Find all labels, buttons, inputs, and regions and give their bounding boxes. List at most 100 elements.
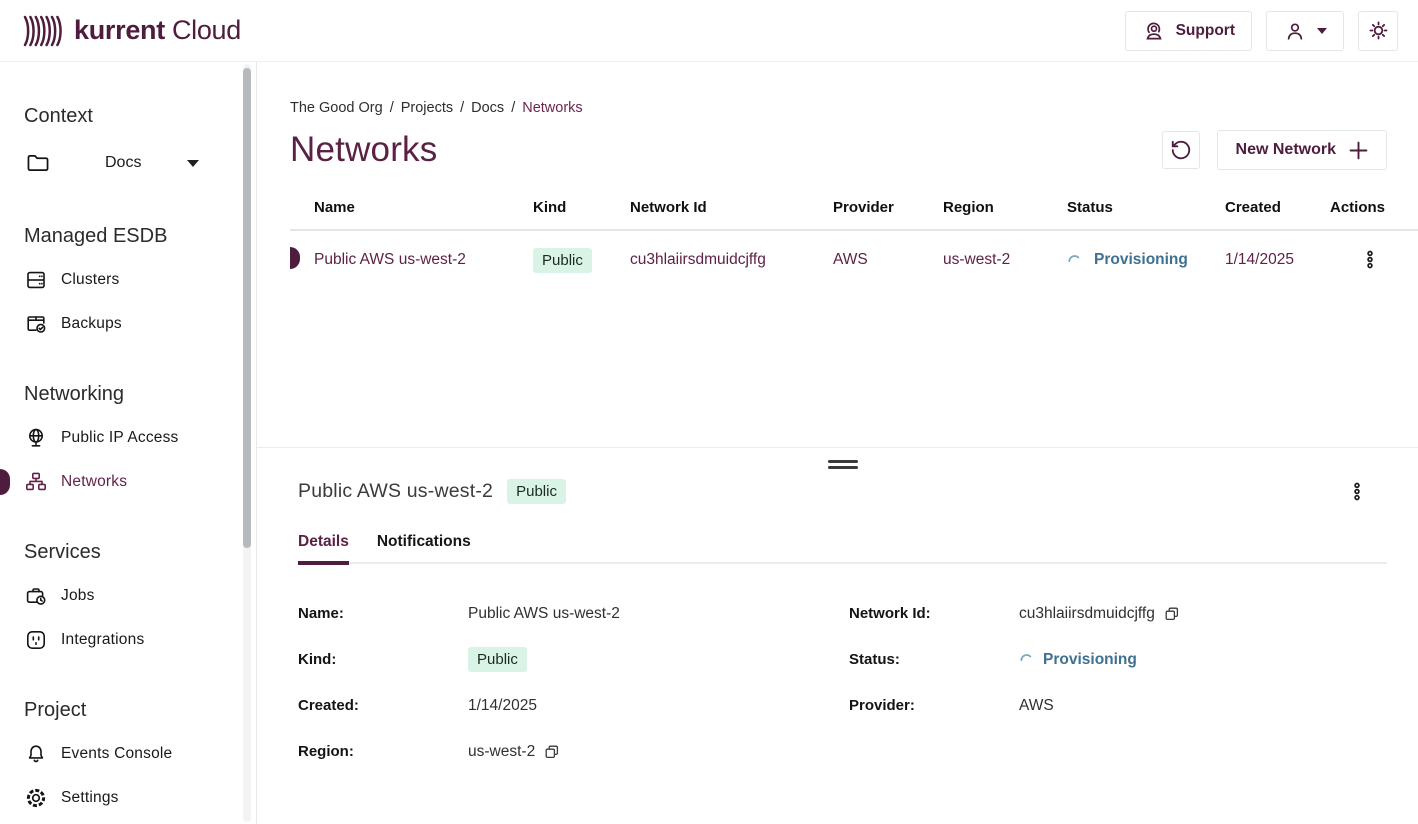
status-text: Provisioning (1094, 251, 1188, 269)
detail-value-created: 1/14/2025 (468, 697, 849, 715)
selected-row-indicator (290, 247, 300, 269)
breadcrumb: The Good Org / Projects / Docs / Networks (290, 100, 1418, 116)
tab-notifications[interactable]: Notifications (377, 533, 471, 562)
breadcrumb-projects[interactable]: Projects (401, 100, 453, 116)
gear-icon (24, 786, 48, 810)
sidebar-item-jobs[interactable]: Jobs (0, 574, 256, 618)
new-network-label: New Network (1236, 141, 1336, 159)
section-heading-context: Context (24, 104, 256, 128)
tab-details[interactable]: Details (298, 533, 349, 562)
main-content: The Good Org / Projects / Docs / Networks Netw… (257, 62, 1418, 824)
cell-status: Provisioning (1067, 251, 1225, 269)
details-grid: Name: Public AWS us-west-2 Network Id: c… (298, 591, 1387, 775)
detail-value-network-id: cu3hlaiirsdmuidcjffg (1019, 605, 1387, 623)
col-header-region: Region (943, 199, 1067, 216)
sidebar-item-settings[interactable]: Settings (0, 776, 256, 820)
sidebar-item-public-ip-access[interactable]: Public IP Access (0, 416, 256, 460)
spinner-icon (1067, 253, 1082, 268)
context-selector-value: Docs (105, 154, 141, 172)
detail-label-provider: Provider: (849, 697, 1019, 714)
cell-name: Public AWS us-west-2 (314, 251, 533, 269)
spinner-icon (1019, 652, 1034, 667)
detail-label-created: Created: (298, 697, 468, 714)
bell-icon (24, 742, 48, 766)
sidebar-scrollbar-thumb[interactable] (243, 68, 251, 548)
col-header-network-id: Network Id (630, 199, 833, 216)
detail-label-region: Region: (298, 743, 468, 760)
sidebar-item-backups[interactable]: Backups (0, 302, 256, 346)
refresh-button[interactable] (1162, 131, 1200, 169)
support-icon (1142, 19, 1166, 43)
detail-label-kind: Kind: (298, 651, 468, 668)
cell-network-id: cu3hlaiirsdmuidcjffg (630, 251, 833, 269)
detail-value-provider: AWS (1019, 697, 1387, 715)
panel-actions-menu-button[interactable] (1343, 478, 1371, 506)
refresh-icon (1170, 139, 1192, 161)
support-label: Support (1176, 22, 1235, 40)
cell-created: 1/14/2025 (1225, 251, 1330, 269)
sidebar-item-label: Integrations (61, 631, 144, 649)
section-heading-managed-esdb: Managed ESDB (24, 224, 256, 248)
detail-label-network-id: Network Id: (849, 605, 1019, 622)
header-actions: Support (1125, 11, 1398, 51)
sidebar-item-networks[interactable]: Networks (0, 460, 256, 504)
logo-primary: kurrent (74, 15, 165, 45)
col-header-actions: Actions (1330, 199, 1418, 216)
cell-region: us-west-2 (943, 251, 1067, 269)
sidebar-scrollbar-track (243, 64, 251, 822)
breadcrumb-separator: / (460, 100, 464, 116)
col-header-created: Created (1225, 199, 1330, 216)
plus-icon (1349, 141, 1368, 160)
copy-network-id-button[interactable] (1164, 606, 1180, 622)
panel-tabs: Details Notifications (298, 533, 1387, 564)
logo-text: kurrentCloud (74, 15, 241, 46)
section-heading-networking: Networking (24, 382, 256, 406)
detail-value-region: us-west-2 (468, 743, 849, 761)
new-network-button[interactable]: New Network (1217, 130, 1387, 170)
detail-value-kind: Public (468, 647, 849, 672)
table-header-row: Name Kind Network Id Provider Region Sta… (290, 199, 1418, 229)
detail-status-text: Provisioning (1043, 651, 1137, 669)
breadcrumb-project-docs[interactable]: Docs (471, 100, 504, 116)
theme-toggle-button[interactable] (1358, 11, 1398, 51)
panel-title-row: Public AWS us-west-2 Public (298, 478, 1387, 506)
sidebar-item-label: Jobs (61, 587, 95, 605)
user-icon (1283, 19, 1307, 43)
sidebar-item-label: Clusters (61, 271, 119, 289)
breadcrumb-current[interactable]: Networks (522, 100, 582, 116)
sidebar-item-integrations[interactable]: Integrations (0, 618, 256, 662)
kurrent-cloud-logo[interactable]: kurrentCloud (22, 15, 241, 47)
breadcrumb-org[interactable]: The Good Org (290, 100, 383, 116)
copy-region-button[interactable] (544, 744, 560, 760)
detail-label-status: Status: (849, 651, 1019, 668)
drag-bar (828, 466, 858, 469)
detail-label-name: Name: (298, 605, 468, 622)
active-item-indicator (0, 469, 10, 495)
drag-bar (828, 460, 858, 463)
network-details-panel: Public AWS us-west-2 Public Details Noti… (257, 460, 1418, 775)
panel-resize-handle[interactable] (828, 460, 858, 469)
project-context-selector[interactable]: Docs (0, 138, 256, 188)
network-id-text: cu3hlaiirsdmuidcjffg (1019, 605, 1155, 623)
section-heading-project: Project (24, 698, 256, 722)
clusters-icon (24, 268, 48, 292)
section-heading-services: Services (24, 540, 256, 564)
sidebar: Context Docs Managed ESDB (0, 62, 257, 824)
outlet-icon (24, 628, 48, 652)
chevron-down-icon (1317, 28, 1327, 34)
sidebar-item-clusters[interactable]: Clusters (0, 258, 256, 302)
table-row[interactable]: Public AWS us-west-2 Public cu3hlaiirsdm… (290, 231, 1418, 289)
top-header: kurrentCloud Support (0, 0, 1418, 62)
user-menu-button[interactable] (1266, 11, 1344, 51)
row-actions-menu-button[interactable] (1356, 246, 1384, 274)
sidebar-item-events-console[interactable]: Events Console (0, 732, 256, 776)
breadcrumb-separator: / (511, 100, 515, 116)
breadcrumb-separator: / (390, 100, 394, 116)
col-header-status: Status (1067, 199, 1225, 216)
backups-icon (24, 312, 48, 336)
support-button[interactable]: Support (1125, 11, 1252, 51)
detail-value-status: Provisioning (1019, 651, 1387, 669)
region-text: us-west-2 (468, 743, 535, 761)
panel-kind-badge: Public (507, 479, 566, 504)
panel-title: Public AWS us-west-2 (298, 480, 493, 503)
